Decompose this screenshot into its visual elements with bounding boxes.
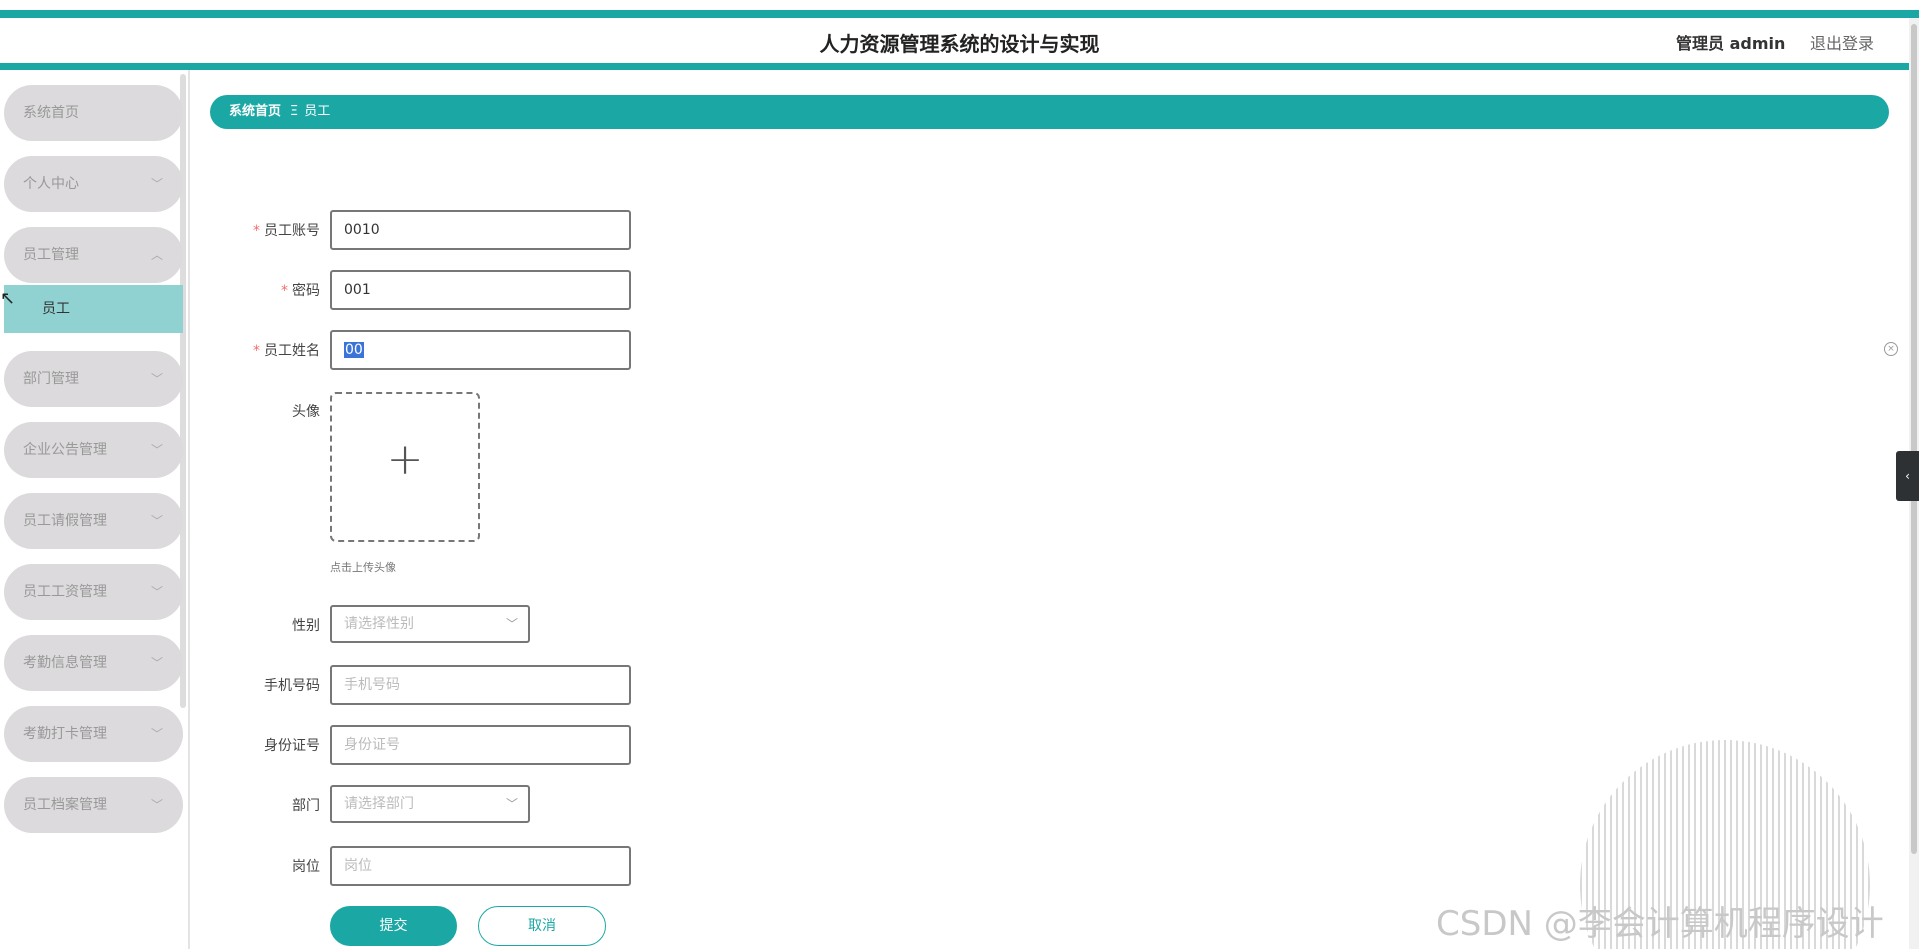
- account-label: * 员工账号: [210, 220, 320, 240]
- position-placeholder: 岗位: [344, 858, 372, 874]
- sidebar-item-personal[interactable]: 个人中心 ﹀: [4, 156, 183, 212]
- sidebar-item-notice[interactable]: 企业公告管理 ﹀: [4, 422, 183, 478]
- name-value: 00: [344, 342, 364, 358]
- sidebar-item-attendance[interactable]: 考勤信息管理 ﹀: [4, 635, 183, 691]
- watermark: CSDN @李会计算机程序设计: [1436, 904, 1884, 944]
- chevron-down-icon: ﹀: [150, 443, 163, 457]
- position-field[interactable]: 岗位: [330, 846, 631, 886]
- sidebar-item-label: 考勤打卡管理: [23, 726, 107, 742]
- sidebar-subitem-employee[interactable]: 员工: [4, 285, 183, 333]
- sidebar-item-home[interactable]: 系统首页: [4, 85, 183, 141]
- sidebar-scrollbar[interactable]: [180, 74, 186, 708]
- idcard-placeholder: 身份证号: [344, 737, 400, 753]
- phone-placeholder: 手机号码: [344, 677, 400, 693]
- avatar-uploader[interactable]: +: [330, 392, 480, 542]
- sidebar: 系统首页 个人中心 ﹀ 员工管理 ︿ 员工 部门管理 ﹀ 企业公告管理 ﹀ 员工请假管理…: [0, 70, 190, 949]
- password-field[interactable]: 001: [330, 270, 631, 310]
- required-mark: *: [281, 283, 288, 299]
- app-title: 人力资源管理系统的设计与实现: [819, 32, 1100, 56]
- avatar-upload-hint: 点击上传头像: [330, 561, 396, 574]
- dept-label: 部门: [292, 798, 320, 814]
- page-scrollbar-thumb[interactable]: [1911, 24, 1917, 854]
- chevron-down-icon: ﹀: [150, 727, 163, 741]
- chevron-down-icon: ﹀: [505, 617, 518, 631]
- gender-select[interactable]: 请选择性别 ﹀: [330, 605, 530, 643]
- gender-label: 性别: [292, 618, 320, 634]
- sidebar-item-clockin[interactable]: 考勤打卡管理 ﹀: [4, 706, 183, 762]
- breadcrumb-home[interactable]: 系统首页: [229, 104, 281, 119]
- cancel-button[interactable]: 取消: [478, 906, 606, 946]
- breadcrumb: 系统首页 Ξ 员工: [210, 95, 1889, 129]
- breadcrumb-current: 员工: [304, 104, 331, 119]
- chevron-down-icon: ﹀: [150, 656, 163, 670]
- sidebar-item-label: 部门管理: [23, 371, 79, 387]
- sidebar-item-label: 员工管理: [23, 247, 79, 263]
- sidebar-item-label: 员工工资管理: [23, 584, 107, 600]
- account-label-text: 员工账号: [264, 223, 320, 239]
- password-value: 001: [344, 282, 371, 298]
- gender-placeholder: 请选择性别: [344, 616, 414, 632]
- chevron-down-icon: ﹀: [150, 177, 163, 191]
- phone-field[interactable]: 手机号码: [330, 665, 631, 705]
- plus-icon: +: [386, 434, 424, 485]
- chevron-down-icon: ﹀: [150, 372, 163, 386]
- chevron-down-icon: ﹀: [150, 585, 163, 599]
- position-label: 岗位: [292, 859, 320, 875]
- header-top-stripe: [0, 10, 1919, 18]
- submit-button[interactable]: 提交: [330, 906, 457, 946]
- avatar-label: 头像: [292, 404, 320, 420]
- sidebar-item-leave[interactable]: 员工请假管理 ﹀: [4, 493, 183, 549]
- sidebar-item-archive[interactable]: 员工档案管理 ﹀: [4, 777, 183, 833]
- sidebar-item-label: 员工请假管理: [23, 513, 107, 529]
- account-value: 0010: [344, 222, 380, 238]
- sidebar-item-label: 个人中心: [23, 176, 79, 192]
- idcard-field[interactable]: 身份证号: [330, 725, 631, 765]
- sidebar-item-label: 员工档案管理: [23, 797, 107, 813]
- idcard-label: 身份证号: [264, 738, 320, 754]
- account-field[interactable]: 0010: [330, 210, 631, 250]
- name-label: * 员工姓名: [210, 340, 320, 360]
- name-field[interactable]: 00: [330, 330, 631, 370]
- header: 人力资源管理系统的设计与实现 管理员 admin 退出登录: [0, 18, 1919, 63]
- sidebar-item-dept[interactable]: 部门管理 ﹀: [4, 351, 183, 407]
- phone-label: 手机号码: [264, 678, 320, 694]
- logout-link[interactable]: 退出登录: [1810, 30, 1874, 54]
- dept-select[interactable]: 请选择部门 ﹀: [330, 785, 530, 823]
- header-bottom-stripe: [0, 63, 1919, 70]
- chevron-down-icon: ﹀: [150, 514, 163, 528]
- sidebar-item-salary[interactable]: 员工工资管理 ﹀: [4, 564, 183, 620]
- chevron-down-icon: ﹀: [505, 797, 518, 811]
- password-label: * 密码: [210, 280, 320, 300]
- password-label-text: 密码: [292, 283, 320, 299]
- chevron-up-icon: ︿: [150, 248, 163, 262]
- chevron-down-icon: ﹀: [150, 798, 163, 812]
- sidebar-item-label: 企业公告管理: [23, 442, 107, 458]
- mouse-cursor-icon: ↖: [0, 288, 16, 309]
- required-mark: *: [253, 343, 260, 359]
- sidebar-item-label: 系统首页: [23, 105, 79, 121]
- sidebar-item-employee-mgmt[interactable]: 员工管理 ︿: [4, 227, 183, 283]
- chevron-left-icon[interactable]: ‹: [1896, 451, 1919, 501]
- name-label-text: 员工姓名: [264, 343, 320, 359]
- close-circle-icon[interactable]: ×: [1884, 342, 1898, 356]
- user-info: 管理员 admin: [1676, 34, 1786, 53]
- breadcrumb-separator: Ξ: [290, 104, 299, 119]
- dept-placeholder: 请选择部门: [344, 796, 414, 812]
- sidebar-item-label: 考勤信息管理: [23, 655, 107, 671]
- required-mark: *: [253, 223, 260, 239]
